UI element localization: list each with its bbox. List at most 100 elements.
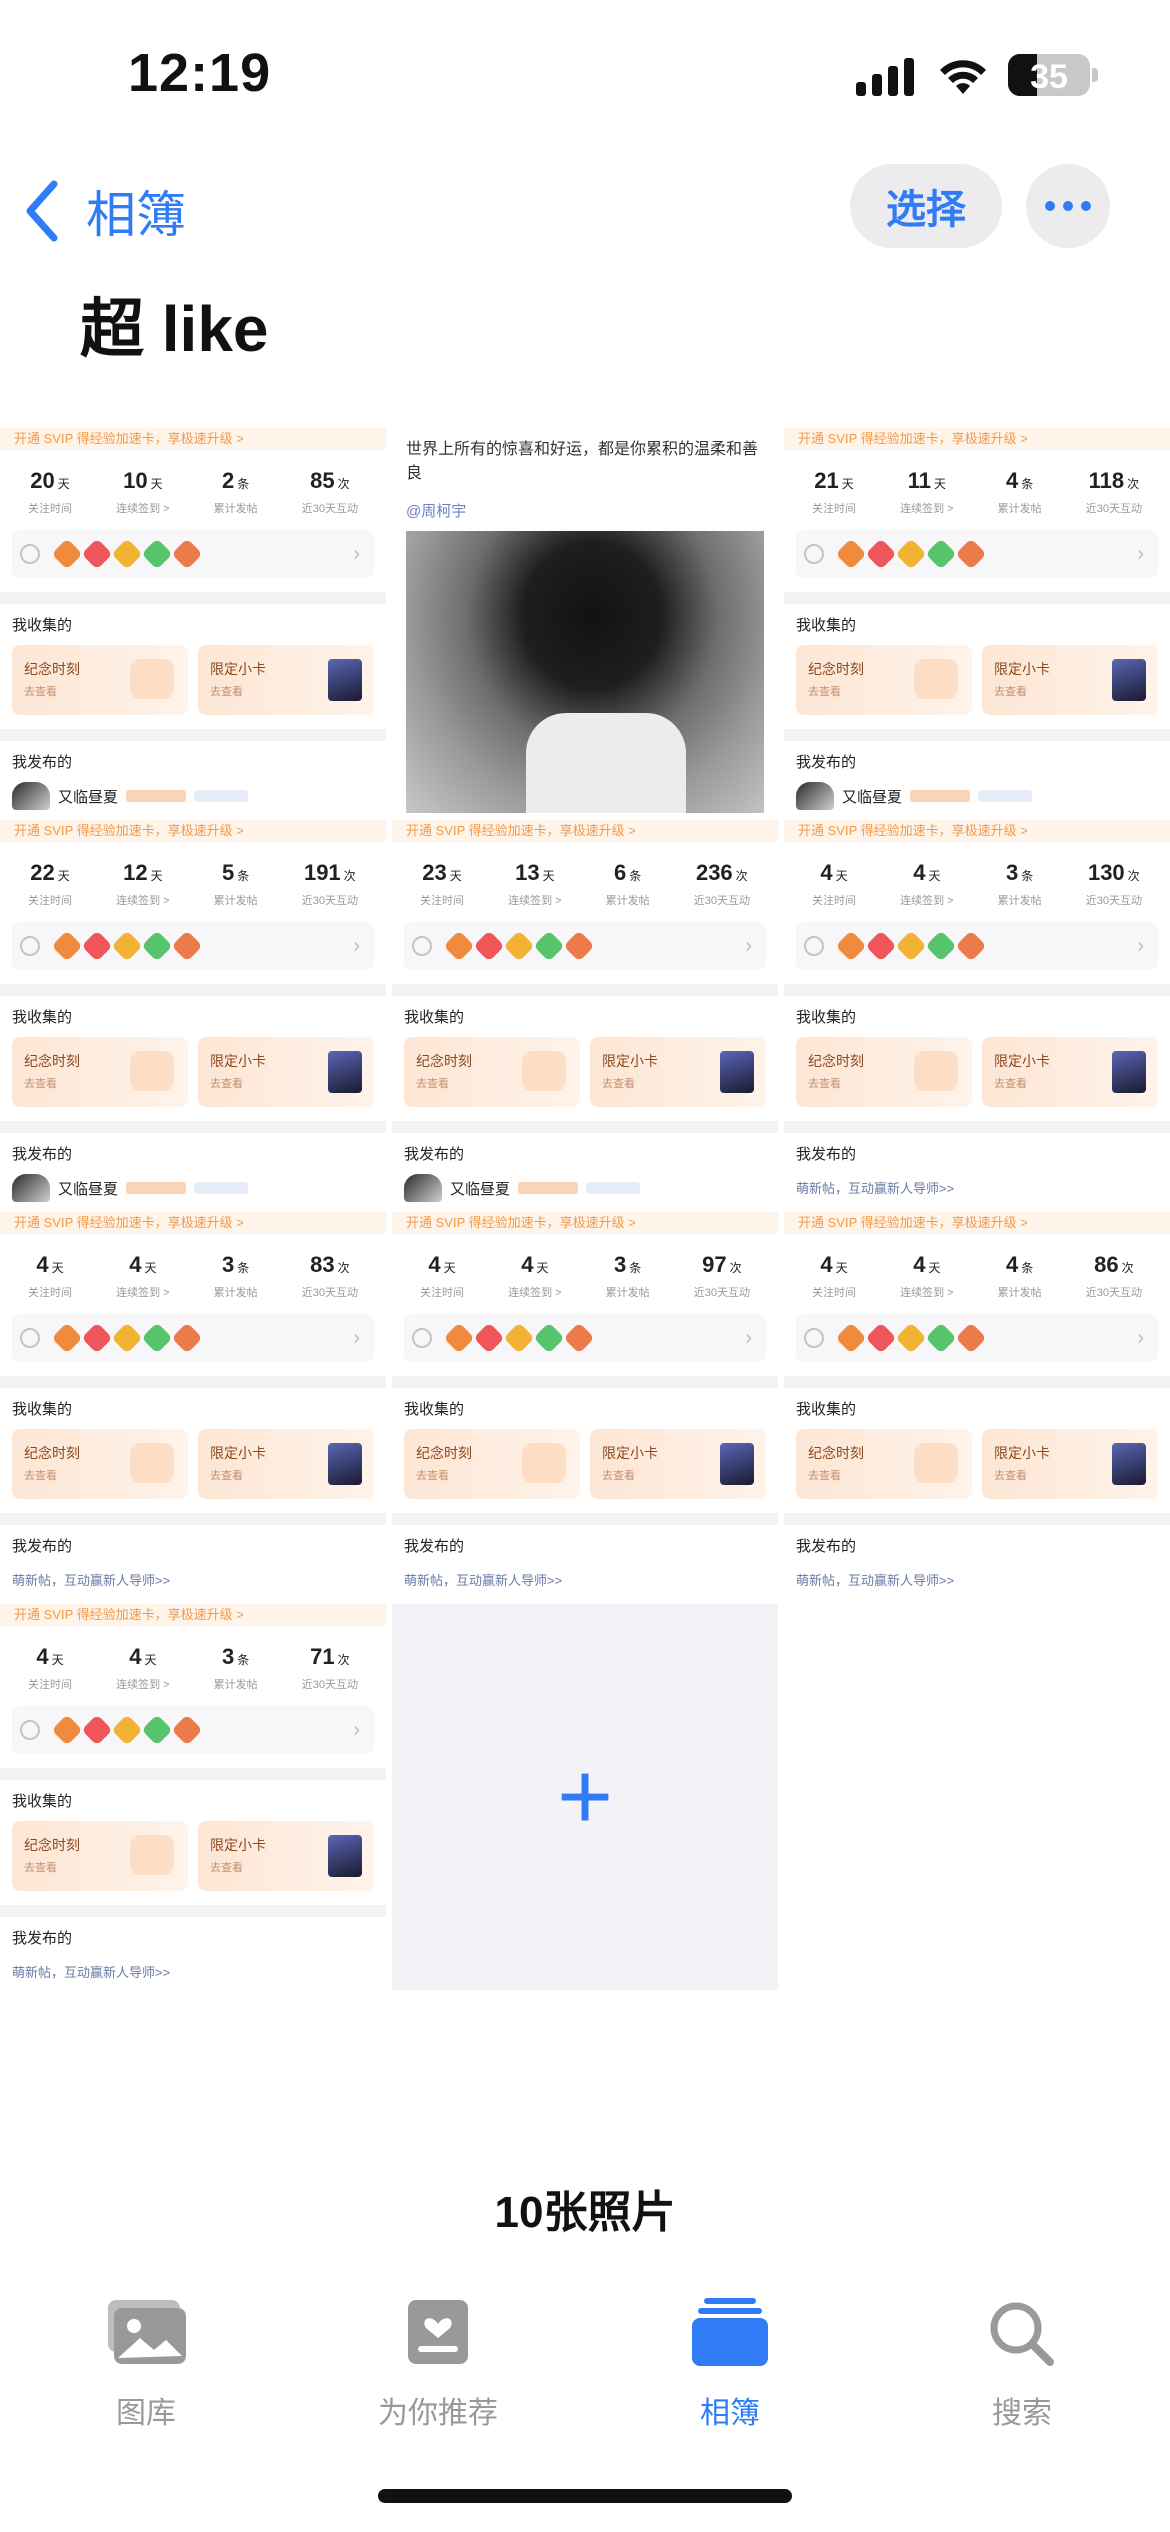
more-dot-icon: [1081, 201, 1091, 211]
stat-label: 关注时间: [28, 895, 73, 907]
photo-thumbnail[interactable]: 开通 SVIP 得经验加速卡，享极速升级 >4 天关注时间 4 天连续签到 >3 条累计…: [0, 1604, 386, 1990]
stat-value: 3条: [214, 1252, 258, 1278]
level-tag: [126, 1182, 187, 1194]
album-title: 超 like: [80, 293, 269, 365]
stat-unit: 条: [237, 869, 250, 883]
card-subtitle: 去查看: [994, 1470, 1027, 1482]
home-indicator: [378, 2489, 792, 2503]
badge-icon: [51, 1714, 83, 1746]
settings-icon: [412, 936, 432, 956]
stat-item: 10 天连续签到 >: [116, 468, 169, 516]
stat-number: 4: [36, 1644, 49, 1669]
back-label: 相簿: [86, 187, 186, 243]
badge-icon: [835, 1322, 867, 1354]
stat-item: 191 次近30天互动: [302, 860, 358, 908]
stat-value: 97 次: [694, 1252, 750, 1278]
section-divider: [392, 984, 778, 996]
collected-cards: 纪念时刻 去查看 限定小卡 去查看: [0, 1817, 386, 1891]
stat-number: 23: [422, 860, 447, 885]
stat-number: 236: [695, 860, 733, 885]
stat-number: 86: [1094, 1252, 1119, 1277]
back-button[interactable]: 相簿: [22, 175, 186, 247]
published-heading: 我发布的: [12, 1538, 73, 1555]
stat-number: 12: [123, 860, 148, 885]
collected-cards: 纪念时刻 去查看 限定小卡 去查看: [392, 1425, 778, 1499]
settings-icon: [804, 1328, 824, 1348]
tab-albums[interactable]: 相簿: [630, 2290, 830, 2432]
svip-promo: 开通 SVIP 得经验加速卡，享极速升级 >: [0, 1212, 386, 1234]
photo-thumbnail[interactable]: 世界上所有的惊喜和好运，都是你累积的温柔和善良 @周柯宇: [392, 428, 778, 814]
section-divider: [784, 1513, 1170, 1525]
stat-unit: 次: [1127, 869, 1140, 883]
section-divider: [0, 1768, 386, 1780]
stat-number: 97: [702, 1252, 727, 1277]
stat-number: 4: [1006, 1252, 1019, 1277]
memorial-card: 纪念时刻 去查看: [12, 1821, 188, 1891]
stat-item: 4 天关注时间: [812, 860, 856, 908]
published-heading: 我发布的: [12, 754, 73, 771]
badge-icon: [563, 1322, 595, 1354]
stat-number: 21: [814, 468, 839, 493]
member-tag: [978, 790, 1033, 802]
stat-value: 4天: [116, 1644, 169, 1670]
stat-item: 4 条累计发帖: [998, 468, 1042, 516]
stat-value: 236 次: [694, 860, 750, 886]
select-button[interactable]: 选择: [850, 164, 1002, 248]
badge-icon: [473, 930, 505, 962]
stat-value: 130 次: [1086, 860, 1142, 886]
stat-number: 4: [36, 1252, 49, 1277]
stat-value: 6条: [606, 860, 650, 886]
badge-icon: [503, 930, 535, 962]
username: 又临昼夏: [450, 1180, 511, 1198]
search-icon: [990, 2302, 1054, 2366]
photo-thumbnail[interactable]: 开通 SVIP 得经验加速卡，享极速升级 >20 天关注时间 10 天连续签到 >2 条…: [0, 428, 386, 814]
stat-value: 4天: [28, 1252, 72, 1278]
photo-thumbnail[interactable]: 开通 SVIP 得经验加速卡，享极速升级 >4 天关注时间 4 天连续签到 >3 条累计…: [784, 820, 1170, 1206]
stat-label: 近30天互动: [301, 895, 358, 907]
stat-value: 4条: [998, 1252, 1042, 1278]
badge-icon: [503, 1322, 535, 1354]
stat-label: 累计发帖: [213, 895, 258, 907]
memorial-card: 纪念时刻 去查看: [796, 1429, 972, 1499]
card-decor: [130, 1835, 174, 1875]
badge-icon: [925, 930, 957, 962]
stat-item: 85 次近30天互动: [302, 468, 358, 516]
tab-search[interactable]: 搜索: [922, 2290, 1122, 2432]
card-title: 限定小卡: [994, 1445, 1050, 1461]
settings-icon: [20, 936, 40, 956]
photo-thumbnail[interactable]: 开通 SVIP 得经验加速卡，享极速升级 >21 天关注时间 11 天连续签到 >4 条…: [784, 428, 1170, 814]
badge-icon: [925, 538, 957, 570]
badge-icon: [443, 930, 475, 962]
collected-heading: 我收集的: [796, 617, 857, 634]
card-title: 纪念时刻: [808, 661, 864, 677]
chevron-right-icon: ›: [1137, 1326, 1144, 1349]
photo-thumbnail[interactable]: 开通 SVIP 得经验加速卡，享极速升级 >4 天关注时间 4 天连续签到 >4 条累计…: [784, 1212, 1170, 1598]
add-photo-button[interactable]: +: [392, 1604, 778, 1990]
stat-unit: 次: [729, 1261, 742, 1275]
card-title: 纪念时刻: [24, 1445, 80, 1461]
stat-unit: 条: [629, 1261, 642, 1275]
badge-icon: [141, 930, 173, 962]
stats-row: 21 天关注时间 11 天连续签到 >4 条累计发帖 118 次近30天互动: [784, 450, 1170, 524]
photo-thumbnail[interactable]: 开通 SVIP 得经验加速卡，享极速升级 >4 天关注时间 4 天连续签到 >3 条累计…: [392, 1212, 778, 1598]
svip-promo: 开通 SVIP 得经验加速卡，享极速升级 >: [784, 1212, 1170, 1234]
chevron-left-icon: [26, 180, 58, 242]
stat-unit: 条: [629, 869, 642, 883]
card-decor: [522, 1443, 566, 1483]
tab-library[interactable]: 图库: [46, 2290, 246, 2432]
card-title: 限定小卡: [602, 1053, 658, 1069]
stat-value: 191 次: [302, 860, 358, 886]
photo-thumbnail[interactable]: 开通 SVIP 得经验加速卡，享极速升级 >22 天关注时间 12 天连续签到 >5 条…: [0, 820, 386, 1206]
more-button[interactable]: [1026, 164, 1110, 248]
badge-row: ›: [404, 1314, 766, 1362]
stat-value: 22 天: [28, 860, 72, 886]
card-title: 限定小卡: [210, 1445, 266, 1461]
tab-for-you[interactable]: 为你推荐: [338, 2290, 538, 2432]
stat-value: 4天: [116, 1252, 169, 1278]
photo-thumbnail[interactable]: 开通 SVIP 得经验加速卡，享极速升级 >4 天关注时间 4 天连续签到 >3 条累计…: [0, 1212, 386, 1598]
card-thumbnail: [328, 1051, 362, 1093]
card-subtitle: 去查看: [416, 1078, 449, 1090]
published-heading: 我发布的: [12, 1930, 73, 1947]
photo-thumbnail[interactable]: 开通 SVIP 得经验加速卡，享极速升级 >23 天关注时间 13 天连续签到 >6 条…: [392, 820, 778, 1206]
limited-card: 限定小卡 去查看: [982, 645, 1158, 715]
